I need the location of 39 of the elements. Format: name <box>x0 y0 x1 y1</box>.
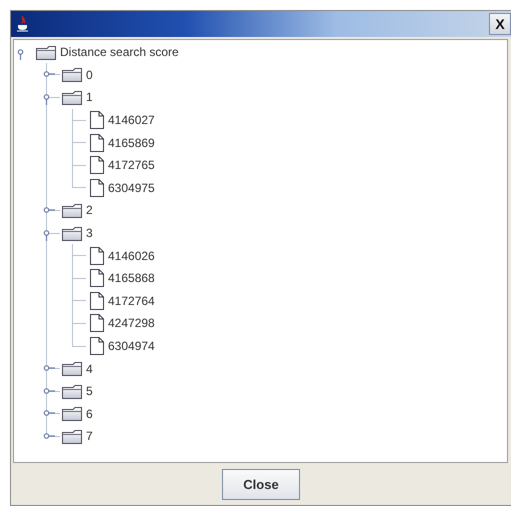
folder-icon <box>62 67 82 82</box>
folder-label[interactable]: 5 <box>86 384 93 398</box>
folder-icon <box>62 90 82 105</box>
folder-label[interactable]: Distance search score <box>60 45 179 60</box>
file-icon <box>90 111 104 130</box>
folder-label[interactable]: 3 <box>86 226 93 240</box>
file-icon <box>90 156 104 174</box>
file-label[interactable]: 4172765 <box>108 158 155 172</box>
file-label[interactable]: 4172764 <box>108 294 155 308</box>
file-label[interactable]: 4146026 <box>108 248 155 263</box>
folder-label[interactable]: 4 <box>86 362 93 376</box>
folder-icon <box>36 44 56 60</box>
file-label[interactable]: 4165868 <box>108 271 155 286</box>
close-dialog-button[interactable]: Close <box>222 468 300 500</box>
file-icon <box>90 178 104 197</box>
folder-icon <box>62 202 82 218</box>
folder-icon <box>62 226 82 241</box>
file-icon <box>90 134 104 152</box>
folder-icon <box>62 361 82 376</box>
file-label[interactable]: 4165869 <box>108 136 155 150</box>
folder-label[interactable]: 6 <box>86 406 93 421</box>
folder-label[interactable]: 7 <box>86 429 93 444</box>
folder-icon <box>62 428 82 444</box>
java-cup-icon <box>17 16 29 32</box>
file-icon <box>90 337 104 356</box>
folder-icon <box>62 384 82 399</box>
folder-icon <box>62 406 82 422</box>
folder-label[interactable]: 2 <box>86 203 93 218</box>
file-label[interactable]: 4146027 <box>108 113 155 128</box>
folder-label[interactable]: 1 <box>86 90 93 104</box>
file-icon <box>90 292 104 310</box>
file-icon <box>90 314 104 332</box>
file-label[interactable]: 6304975 <box>108 180 155 195</box>
window-close-button[interactable]: X <box>489 13 511 35</box>
file-icon <box>90 246 104 265</box>
folder-label[interactable]: 0 <box>86 68 93 82</box>
file-icon <box>90 269 104 288</box>
file-label[interactable]: 4247298 <box>108 316 155 330</box>
file-label[interactable]: 6304974 <box>108 339 155 354</box>
